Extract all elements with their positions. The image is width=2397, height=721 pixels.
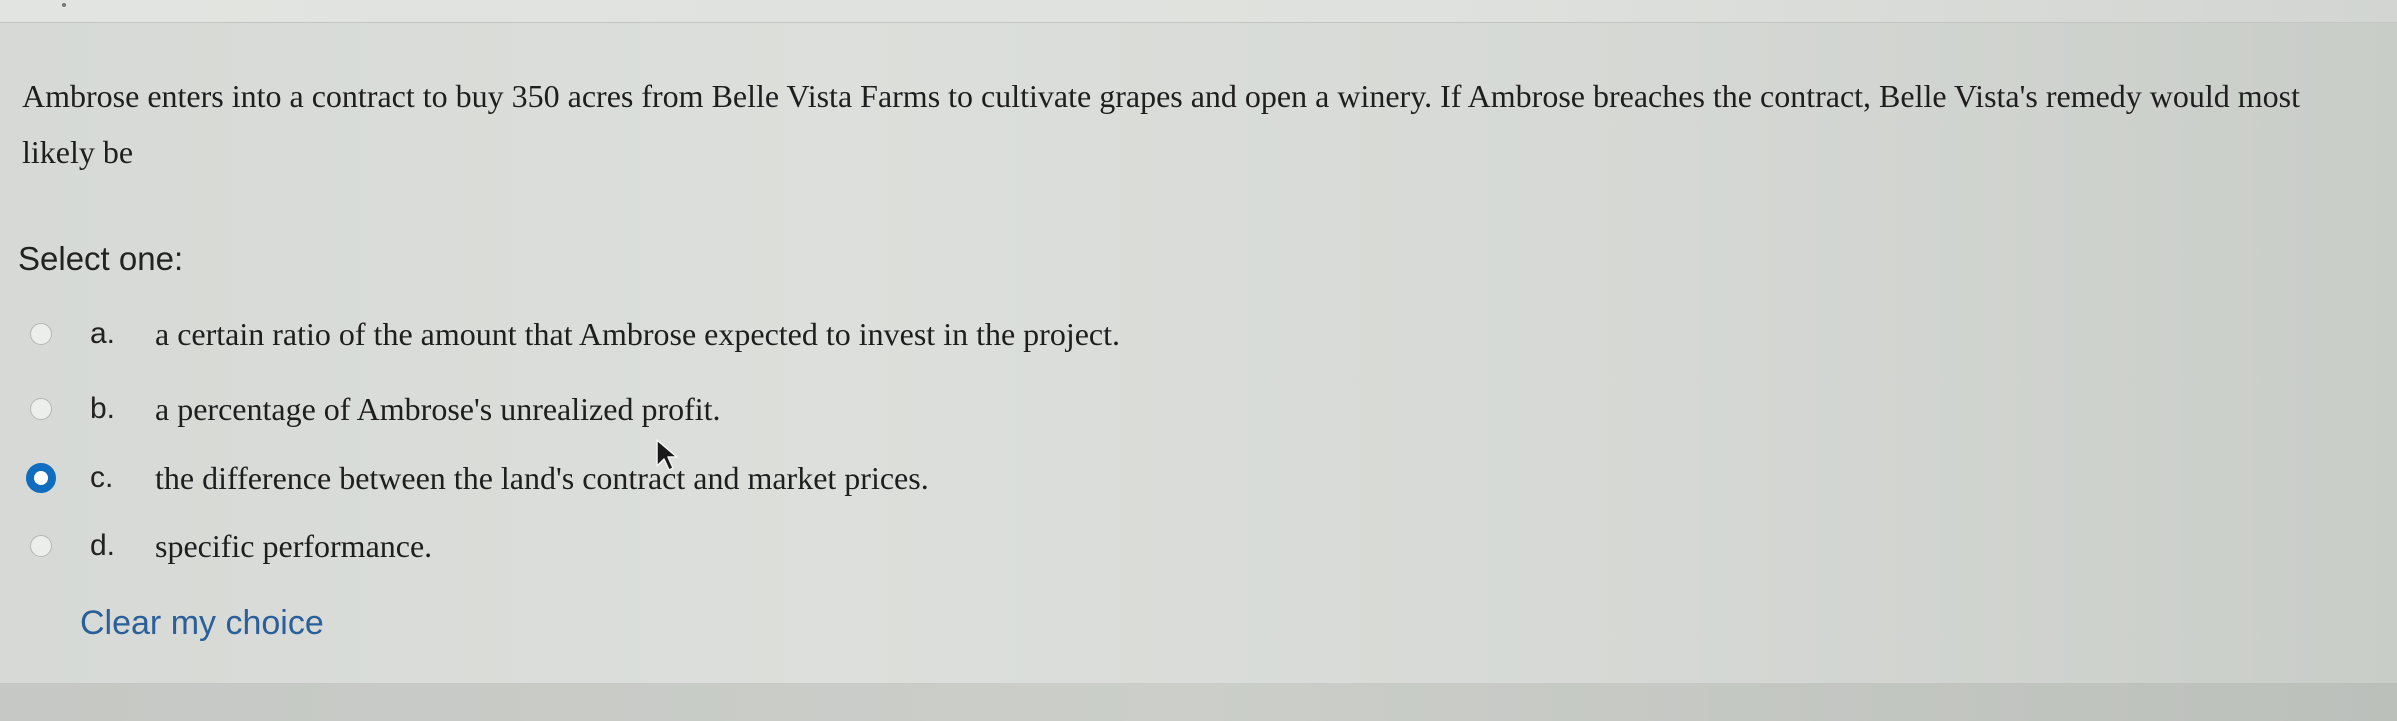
clear-my-choice-link[interactable]: Clear my choice <box>80 604 324 643</box>
bottom-strip <box>0 683 2397 721</box>
radio-a[interactable] <box>30 323 52 345</box>
option-letter-c: c. <box>90 461 114 494</box>
answer-option-d[interactable]: d. specific performance. <box>30 524 1430 568</box>
mouse-pointer-icon <box>656 439 678 471</box>
option-letter-b: b. <box>90 392 116 425</box>
option-letter-d: d. <box>90 529 116 562</box>
radio-d[interactable] <box>30 535 52 557</box>
answer-option-a[interactable]: a. a certain ratio of the amount that Am… <box>30 312 1430 356</box>
option-text-c: the difference between the land's contra… <box>155 459 929 496</box>
dot-mark <box>62 3 66 7</box>
answer-option-c[interactable]: c. the difference between the land's con… <box>26 456 1430 500</box>
top-strip <box>0 0 2397 22</box>
answer-option-b[interactable]: b. a percentage of Ambrose's unrealized … <box>30 387 1430 431</box>
radio-c-selected[interactable] <box>26 463 56 493</box>
option-text-b: a percentage of Ambrose's unrealized pro… <box>155 390 721 427</box>
question-text: Ambrose enters into a contract to buy 35… <box>22 78 2301 170</box>
select-one-prompt: Select one: <box>18 240 184 277</box>
option-letter-a: a. <box>90 317 116 350</box>
option-text-a: a certain ratio of the amount that Ambro… <box>155 315 1121 352</box>
radio-b[interactable] <box>30 398 52 420</box>
option-text-d: specific performance. <box>155 527 433 564</box>
